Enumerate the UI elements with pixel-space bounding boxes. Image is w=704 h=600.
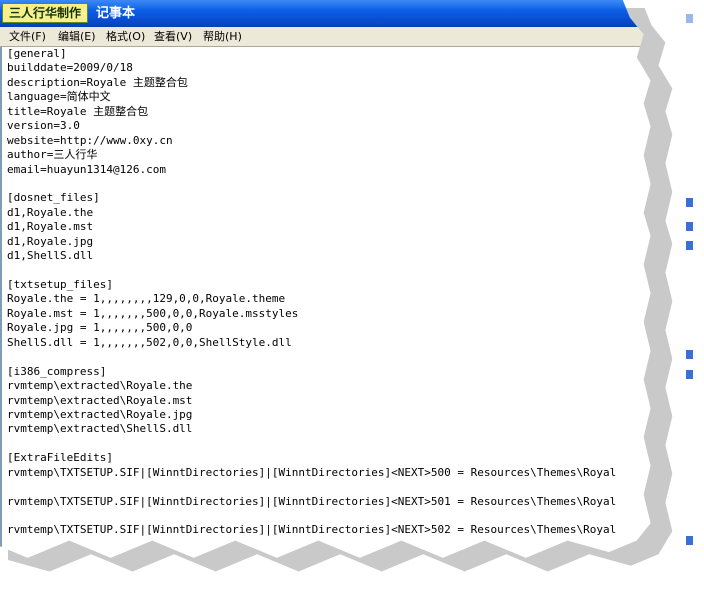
text-line: rvmtemp\extracted\ShellS.dll: [7, 422, 193, 436]
scroll-accent: [686, 241, 693, 250]
text-line: [7, 264, 650, 278]
text-line: version=3.0: [7, 119, 80, 133]
document-text[interactable]: [general] builddate=2009/0/18 description=…: [2, 47, 650, 538]
title-separator: -: [82, 6, 87, 20]
text-line: Royale.mst = 1,,,,,,,500,0,0,Royale.msst…: [7, 306, 299, 320]
text-line: [7, 480, 650, 494]
notepad-window: 三人行华制作 - 记事本 文件(F) 编辑(E) 格式(O) 查看(V) 帮助(…: [0, 0, 651, 558]
text-line: title=Royale 主题整合包: [7, 104, 149, 118]
text-line: language=简体中文: [7, 90, 111, 104]
text-line: [7, 509, 650, 523]
title-bar[interactable]: 三人行华制作 - 记事本: [0, 0, 651, 27]
text-line: d1,Royale.mst: [7, 220, 94, 234]
text-line: d1,Royale.jpg: [7, 234, 94, 248]
menu-view[interactable]: 查看(V): [153, 27, 193, 46]
text-line: Royale.jpg = 1,,,,,,,500,0,0: [7, 321, 193, 335]
scroll-accent: [686, 198, 693, 207]
watermark-badge: 三人行华制作: [2, 3, 89, 23]
text-line: d1,Royale.the: [7, 205, 94, 219]
window-title: 记事本: [96, 6, 136, 21]
text-line: [7, 177, 650, 191]
scroll-accent: [686, 350, 693, 359]
text-line: [txtsetup_files]: [7, 278, 113, 291]
menu-help[interactable]: 帮助(H): [202, 27, 243, 46]
text-line: [general]: [7, 47, 67, 60]
text-line: website=http://www.0xy.cn: [7, 133, 173, 147]
scroll-accent: [686, 370, 693, 379]
text-line: rvmtemp\extracted\Royale.jpg: [7, 407, 193, 421]
text-line: [7, 350, 650, 364]
scroll-accent: [686, 536, 693, 545]
menu-bar: 文件(F) 编辑(E) 格式(O) 查看(V) 帮助(H): [0, 27, 651, 47]
text-line: [ExtraFileEdits]: [7, 451, 113, 465]
scroll-accent: [686, 14, 693, 23]
scroll-accent: [686, 222, 693, 231]
text-editor[interactable]: [general] builddate=2009/0/18 description=…: [0, 47, 651, 558]
text-line: rvmtemp\extracted\Royale.the: [7, 379, 193, 393]
text-line: email=huayun1314@126.com: [7, 162, 166, 176]
text-line: author=三人行华: [7, 148, 98, 162]
text-line: ShellS.dll = 1,,,,,,,502,0,0,ShellStyle.…: [7, 335, 292, 349]
text-line: Royale.the = 1,,,,,,,,129,0,0,Royale.the…: [7, 292, 286, 306]
text-line: [i386_compress]: [7, 364, 107, 378]
menu-file[interactable]: 文件(F): [8, 27, 47, 46]
text-line: rvmtemp\TXTSETUP.SIF|[WinntDirectories]|…: [7, 465, 617, 479]
menu-format[interactable]: 格式(O): [105, 27, 146, 46]
text-line: d1,ShellS.dll: [7, 249, 94, 263]
text-line: rvmtemp\TXTSETUP.SIF|[WinntDirectories]|…: [7, 523, 617, 537]
text-line: rvmtemp\TXTSETUP.SIF|[WinntDirectories]|…: [7, 494, 617, 508]
text-line: description=Royale 主题整合包: [7, 75, 188, 89]
text-line: [7, 437, 650, 451]
text-line: rvmtemp\extracted\Royale.mst: [7, 393, 193, 407]
text-line: [dosnet_files]: [7, 191, 100, 205]
text-line: builddate=2009/0/18: [7, 61, 133, 75]
menu-edit[interactable]: 编辑(E): [57, 27, 97, 46]
